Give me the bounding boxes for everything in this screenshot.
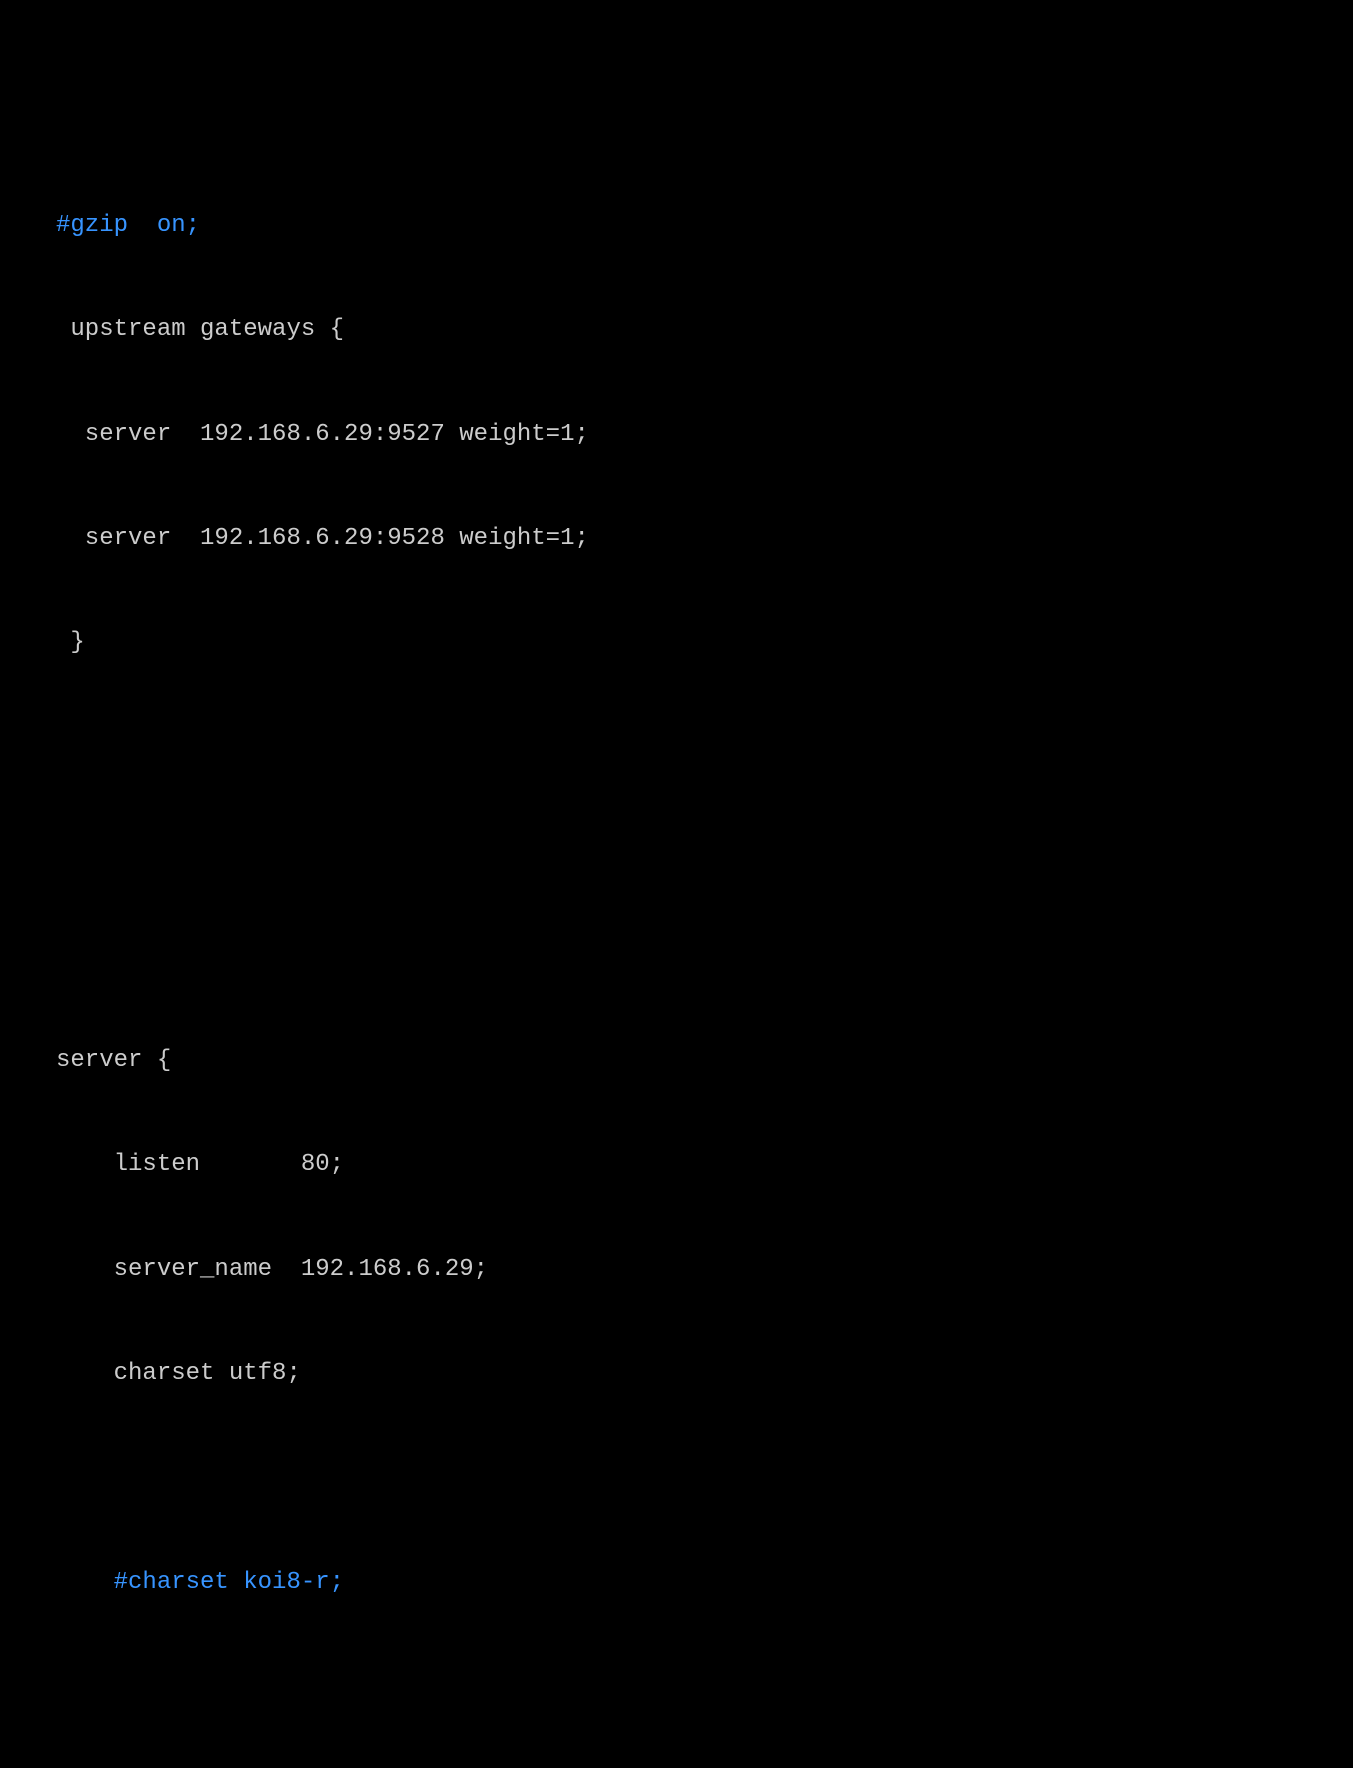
upstream-close: } xyxy=(56,629,85,656)
charset-directive: charset utf8; xyxy=(56,1360,301,1387)
upstream-open: upstream gateways { xyxy=(56,316,344,343)
code-line xyxy=(56,940,1353,975)
code-line xyxy=(56,835,1353,870)
code-line xyxy=(56,1670,1353,1705)
code-line: charset utf8; xyxy=(56,1357,1353,1392)
server-entry-2: server 192.168.6.29:9528 weight=1; xyxy=(56,525,589,552)
code-line: server_name 192.168.6.29; xyxy=(56,1253,1353,1288)
server-name-directive: server_name 192.168.6.29; xyxy=(56,1256,488,1283)
comment-gzip: #gzip on; xyxy=(56,212,200,239)
server-entry-1: server 192.168.6.29:9527 weight=1; xyxy=(56,421,589,448)
code-line: server { xyxy=(56,1044,1353,1079)
code-line: upstream gateways { xyxy=(56,313,1353,348)
listen-directive: listen 80; xyxy=(56,1151,344,1178)
code-line: server 192.168.6.29:9528 weight=1; xyxy=(56,522,1353,557)
comment-charset: #charset koi8-r; xyxy=(56,1569,344,1596)
code-line: listen 80; xyxy=(56,1148,1353,1183)
code-line: #charset koi8-r; xyxy=(56,1566,1353,1601)
server-block-open: server { xyxy=(56,1047,171,1074)
code-line: server 192.168.6.29:9527 weight=1; xyxy=(56,418,1353,453)
code-line: } xyxy=(56,626,1353,661)
code-line xyxy=(56,1461,1353,1496)
code-line xyxy=(56,731,1353,766)
nginx-config-code: #gzip on; upstream gateways { server 192… xyxy=(0,139,1353,1768)
code-line: #gzip on; xyxy=(56,209,1353,244)
